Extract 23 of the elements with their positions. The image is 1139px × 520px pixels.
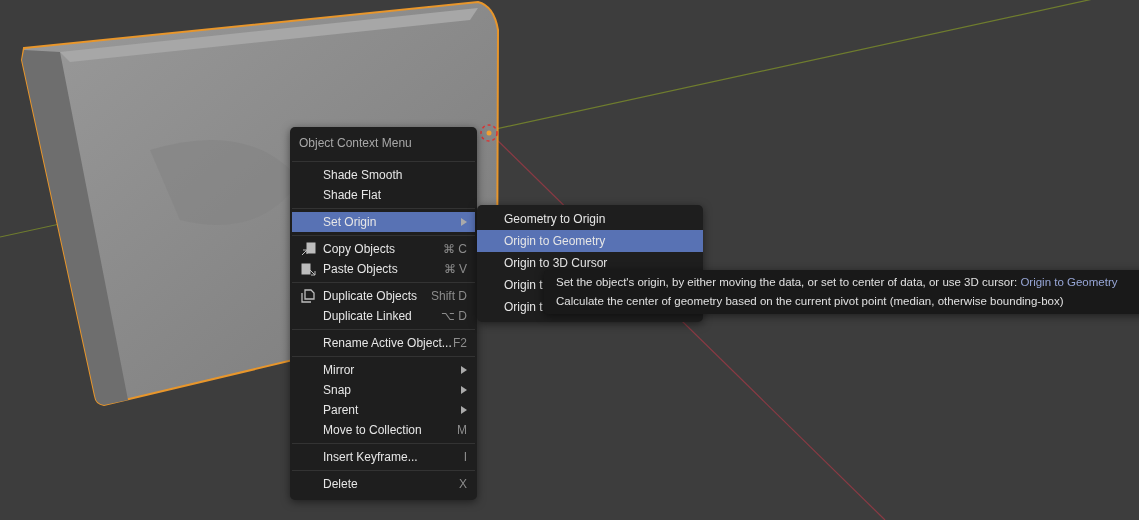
tooltip-description: Set the object's origin, by either moving the data, or set to center of data, or use 3D cursor: Origin to Geometry [556, 276, 1119, 288]
menu-item[interactable]: Set Origin [292, 212, 475, 232]
menu-item[interactable]: Paste Objects ⌘ V [292, 259, 475, 279]
menu-item[interactable]: Move to Collection M [292, 420, 475, 440]
submenu-item[interactable]: Origin to 3D Cursor [477, 252, 703, 274]
menu-item[interactable]: Copy Objects ⌘ C [292, 239, 475, 259]
menu-item[interactable]: Snap [292, 380, 475, 400]
tooltip-detail: Calculate the center of geometry based on the current pivot point (median, otherwise bounding-box) [556, 295, 1065, 307]
menu-item[interactable]: Duplicate Objects Shift D [292, 286, 475, 306]
copy-icon [301, 242, 317, 256]
menu-item[interactable]: Shade Smooth [292, 165, 475, 185]
submenu-item[interactable]: Geometry to Origin [477, 208, 703, 230]
menu-item[interactable]: Parent [292, 400, 475, 420]
submenu-item[interactable]: Origin to Geometry [477, 230, 703, 252]
menu-title: Object Context Menu [298, 135, 413, 152]
menu-item[interactable]: Shade Flat [292, 185, 475, 205]
menu-item[interactable]: Duplicate Linked ⌥ D [292, 306, 475, 326]
menu-item[interactable]: Insert Keyframe... I [292, 447, 475, 467]
paste-icon [301, 262, 317, 276]
menu-item[interactable]: Rename Active Object...F2 [292, 333, 475, 353]
menu-item[interactable]: Mirror [292, 360, 475, 380]
duplicate-icon [301, 289, 317, 303]
menu-item[interactable]: Delete X [292, 474, 475, 494]
